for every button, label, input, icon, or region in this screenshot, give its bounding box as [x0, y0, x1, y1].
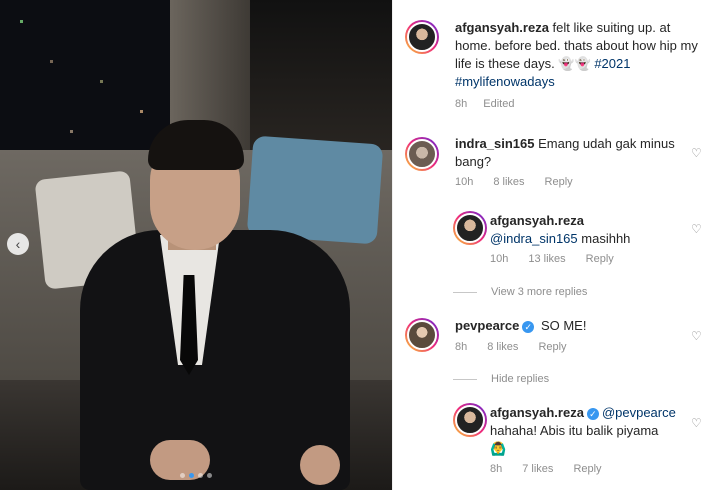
comment-username[interactable]: indra_sin165 [455, 136, 535, 151]
carousel-prev-button[interactable]: ‹ [7, 233, 29, 255]
comment-meta: 8h 8 likes Reply [455, 341, 567, 353]
mention-link[interactable]: @indra_sin165 [490, 231, 578, 246]
heart-icon[interactable]: ♡ [691, 416, 702, 430]
divider [453, 378, 477, 380]
comment-username[interactable]: afgansyah.reza [490, 405, 584, 420]
comment-text: afgansyah.reza @indra_sin165 masihhh [490, 212, 690, 248]
comment-username[interactable]: afgansyah.reza [490, 213, 584, 228]
hashtag[interactable]: #mylifenowadays [455, 74, 555, 89]
heart-icon[interactable]: ♡ [691, 146, 702, 160]
heart-icon[interactable]: ♡ [691, 222, 702, 236]
post-caption: afgansyah.reza felt like suiting up. at … [455, 19, 705, 91]
comment-username[interactable]: pevpearce [455, 318, 519, 333]
comment-meta: 8h 7 likes Reply [490, 463, 602, 475]
comment-likes[interactable]: 8 likes [493, 176, 524, 188]
caption-username[interactable]: afgansyah.reza [455, 20, 549, 35]
view-more-label[interactable]: View 3 more replies [491, 286, 587, 298]
comment-time: 10h [455, 176, 474, 188]
comments-panel: afgansyah.reza felt like suiting up. at … [392, 0, 720, 490]
verified-badge-icon: ✓ [522, 320, 535, 333]
divider [453, 291, 477, 293]
avatar[interactable] [405, 137, 439, 171]
caption-time: 8h [455, 98, 468, 110]
comment-body: hahaha! Abis itu balik piyama [490, 423, 659, 438]
hashtag[interactable]: #2021 [594, 56, 630, 71]
reply-button[interactable]: Reply [538, 341, 566, 353]
comment-text: pevpearce ✓ SO ME! [455, 317, 675, 335]
comment-time: 8h [455, 341, 468, 353]
reply-button[interactable]: Reply [545, 176, 573, 188]
photo-hand-right [300, 445, 340, 485]
comment-likes[interactable]: 7 likes [522, 463, 553, 475]
emoji: 🙆‍♂️ [490, 441, 507, 456]
avatar[interactable] [453, 211, 487, 245]
comment-text: indra_sin165 Emang udah gak minus bang? [455, 135, 675, 171]
chevron-left-icon: ‹ [15, 236, 21, 252]
comment-time: 10h [490, 253, 509, 265]
comment-body: SO ME! [537, 318, 587, 333]
mention-link[interactable]: @pevpearce [602, 405, 676, 420]
comment-text: afgansyah.reza ✓ @pevpearce hahaha! Abis it… [490, 404, 690, 458]
view-more-replies[interactable]: View 3 more replies [453, 286, 587, 298]
comment-meta: 10h 13 likes Reply [490, 253, 614, 265]
post-photo [0, 0, 392, 490]
comment-likes[interactable]: 8 likes [487, 341, 518, 353]
carousel-dots [180, 473, 212, 478]
comment-time: 8h [490, 463, 503, 475]
carousel-dot-active [189, 473, 194, 478]
avatar[interactable] [405, 20, 439, 54]
reply-button[interactable]: Reply [586, 253, 614, 265]
carousel-dot [180, 473, 185, 478]
carousel-dot [207, 473, 212, 478]
comment-meta: 10h 8 likes Reply [455, 176, 573, 188]
comment-likes[interactable]: 13 likes [528, 253, 565, 265]
heart-icon[interactable]: ♡ [691, 329, 702, 343]
caption-edited: Edited [483, 98, 515, 110]
reply-button[interactable]: Reply [573, 463, 601, 475]
verified-badge-icon: ✓ [586, 407, 599, 420]
carousel-dot [198, 473, 203, 478]
caption-meta: 8h Edited [455, 98, 514, 110]
comment-body: masihhh [577, 231, 631, 246]
hide-replies[interactable]: Hide replies [453, 373, 549, 385]
hide-replies-label[interactable]: Hide replies [491, 373, 549, 385]
avatar[interactable] [453, 403, 487, 437]
avatar[interactable] [405, 318, 439, 352]
photo-window [0, 0, 170, 170]
photo-blue-pillow [246, 135, 384, 245]
